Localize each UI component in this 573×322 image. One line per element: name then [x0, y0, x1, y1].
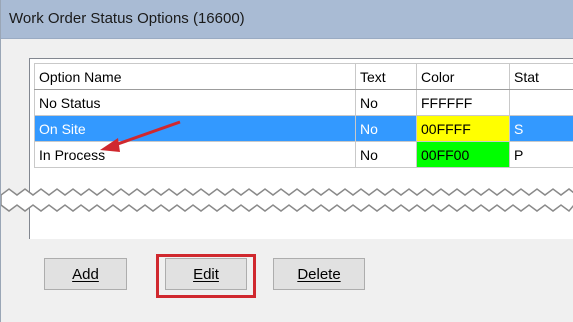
table-row[interactable]: No Status No FFFFFF — [34, 89, 573, 116]
add-button[interactable]: Add — [44, 258, 127, 290]
work-order-status-options-window: Work Order Status Options (16600) Option… — [0, 0, 573, 322]
column-header-color[interactable]: Color — [416, 63, 510, 90]
cell-color: 00FFFF — [416, 115, 510, 142]
grid-header-row: Option Name Text Color Stat — [34, 63, 573, 90]
window-title: Work Order Status Options (16600) — [9, 10, 245, 27]
column-header-option-name[interactable]: Option Name — [34, 63, 356, 90]
delete-button-label: Delete — [297, 265, 341, 283]
torn-edge-divider — [1, 188, 573, 213]
cell-color: 00FF00 — [416, 141, 510, 168]
cell-option-name: On Site — [34, 115, 356, 142]
delete-button[interactable]: Delete — [273, 258, 365, 290]
add-button-label: Add — [72, 265, 99, 283]
title-bar[interactable]: Work Order Status Options (16600) — [1, 0, 573, 39]
cell-text: No — [355, 89, 417, 116]
cell-stat: S — [509, 115, 573, 142]
edit-button-callout-box — [156, 254, 256, 298]
cell-color: FFFFFF — [416, 89, 510, 116]
cell-text: No — [355, 115, 417, 142]
column-header-text[interactable]: Text — [355, 63, 417, 90]
cell-stat — [509, 89, 573, 116]
column-header-stat[interactable]: Stat — [509, 63, 573, 90]
cell-option-name: No Status — [34, 89, 356, 116]
cell-stat: P — [509, 141, 573, 168]
cell-text: No — [355, 141, 417, 168]
red-arrow-callout — [100, 120, 181, 152]
cell-option-name: In Process — [34, 141, 356, 168]
